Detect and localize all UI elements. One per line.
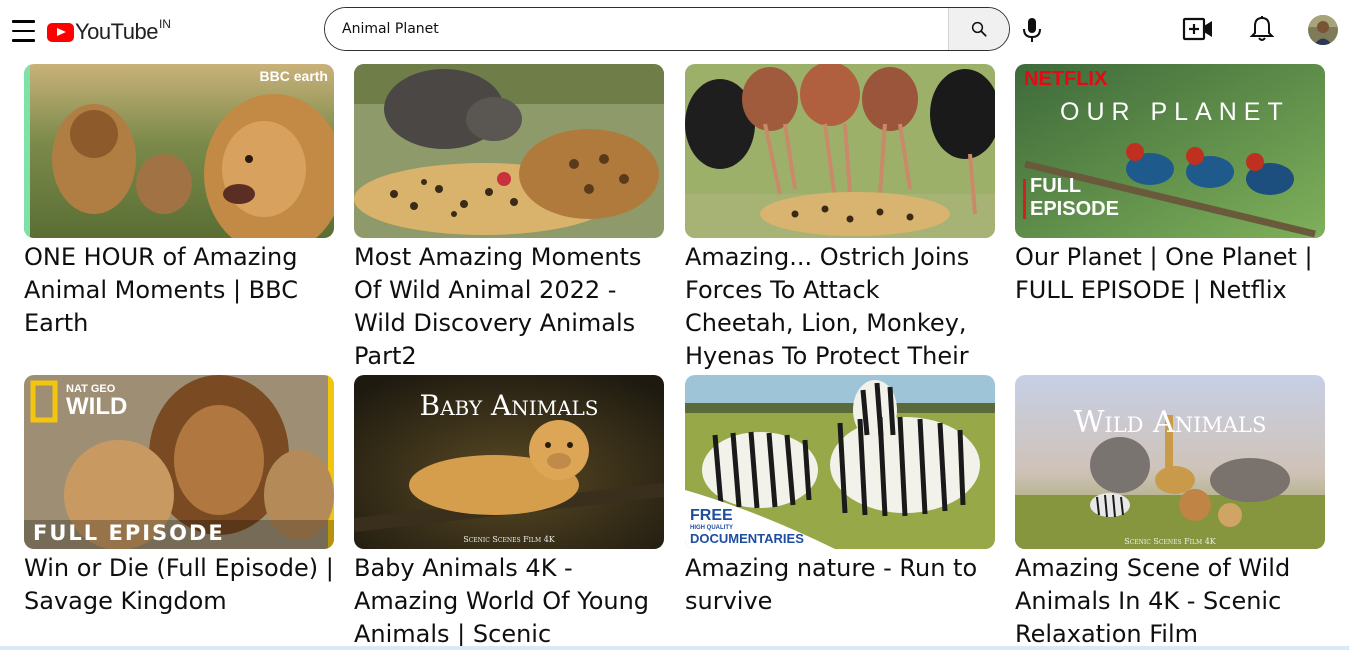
avatar[interactable] [1308, 15, 1338, 45]
search-icon [971, 21, 987, 37]
video-title[interactable]: Amazing nature - Run to survive [685, 552, 995, 652]
video-card[interactable]: BBC earth ONE HOUR of Amazing Animal Mom… [24, 64, 334, 374]
overlay-title: OUR PLANET [1060, 98, 1290, 126]
video-thumbnail[interactable] [685, 64, 995, 238]
netflix-logo: NETFLIX [1024, 68, 1108, 90]
video-thumbnail[interactable]: Wild Animals Scenic Scenes Film 4K [1015, 375, 1325, 549]
channel-watermark: BBC earth [259, 68, 328, 84]
overlay-credit: Scenic Scenes Film 4K [463, 535, 555, 544]
youtube-play-icon [47, 22, 74, 42]
video-card[interactable]: Amazing... Ostrich Joins Forces To Attac… [685, 64, 995, 374]
video-card[interactable]: FREE HIGH QUALITY DOCUMENTARIES Amazing … [685, 375, 995, 652]
overlay-title: Wild Animals [1073, 405, 1267, 440]
video-card[interactable]: NAT GEO WILD FULL EPISODE Win or Die (Fu… [24, 375, 334, 652]
overlay-free: FREE [690, 507, 733, 524]
video-card[interactable]: Most Amazing Moments Of Wild Animal 2022… [354, 64, 664, 374]
video-title[interactable]: Most Amazing Moments Of Wild Animal 2022… [354, 241, 664, 374]
video-card[interactable]: NETFLIX OUR PLANET FULL EPISODE Our Plan… [1015, 64, 1325, 374]
video-create-icon [1182, 17, 1212, 41]
top-bar: YouTube IN [0, 0, 1349, 62]
bottom-divider [0, 646, 1349, 650]
voice-search-button[interactable] [1020, 16, 1044, 44]
video-card[interactable]: Wild Animals Scenic Scenes Film 4K Amazi… [1015, 375, 1325, 652]
natgeo-wild-label: WILD [66, 393, 128, 420]
overlay-title: Baby Animals [419, 389, 599, 422]
video-title[interactable]: ONE HOUR of Amazing Animal Moments | BBC… [24, 241, 334, 374]
video-card[interactable]: Baby Animals Scenic Scenes Film 4K Baby … [354, 375, 664, 652]
video-title[interactable]: Our Planet | One Planet | FULL EPISODE |… [1015, 241, 1325, 374]
video-thumbnail[interactable]: FREE HIGH QUALITY DOCUMENTARIES [685, 375, 995, 549]
search-input[interactable] [325, 8, 948, 50]
notifications-button[interactable] [1246, 13, 1278, 45]
video-thumbnail[interactable]: NETFLIX OUR PLANET FULL EPISODE [1015, 64, 1325, 238]
video-thumbnail[interactable]: BBC earth [24, 64, 334, 238]
bell-icon [1249, 16, 1275, 41]
youtube-logo[interactable]: YouTube IN [47, 17, 171, 45]
overlay-episode: EPISODE [1030, 198, 1119, 220]
search-bar [324, 7, 1010, 51]
overlay-full: FULL [1030, 175, 1082, 197]
video-thumbnail[interactable]: Baby Animals Scenic Scenes Film 4K [354, 375, 664, 549]
video-title[interactable]: Win or Die (Full Episode) | Savage Kingd… [24, 552, 334, 652]
create-video-button[interactable] [1182, 13, 1214, 45]
video-thumbnail[interactable] [354, 64, 664, 238]
video-title[interactable]: Amazing Scene of Wild Animals In 4K - Sc… [1015, 552, 1325, 652]
search-button[interactable] [948, 8, 1009, 50]
overlay-credit: Scenic Scenes Film 4K [1124, 537, 1216, 546]
logo-wordmark: YouTube [75, 19, 158, 44]
video-thumbnail[interactable]: NAT GEO WILD FULL EPISODE [24, 375, 334, 549]
microphone-icon [1023, 18, 1041, 42]
video-title[interactable]: Amazing... Ostrich Joins Forces To Attac… [685, 241, 995, 374]
country-code: IN [158, 17, 171, 31]
overlay-full-episode: FULL EPISODE [33, 521, 225, 545]
hamburger-menu-icon[interactable] [12, 20, 35, 42]
video-title[interactable]: Baby Animals 4K - Amazing World Of Young… [354, 552, 664, 652]
overlay-documentaries: DOCUMENTARIES [690, 531, 804, 546]
